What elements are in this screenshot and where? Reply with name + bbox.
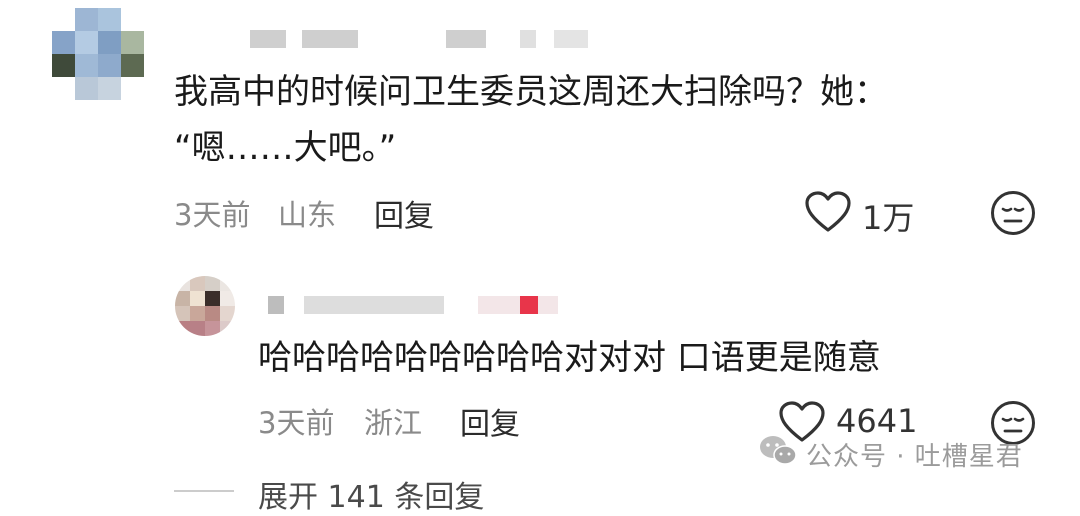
- reply-text: 哈哈哈哈哈哈哈哈哈对对对 口语更是随意: [258, 338, 881, 378]
- comment-time: 3天前: [174, 198, 251, 232]
- neutral-face-icon[interactable]: [990, 190, 1036, 236]
- avatar[interactable]: [175, 276, 235, 336]
- heart-outline-icon[interactable]: [804, 190, 852, 234]
- like-count: 1万: [862, 199, 915, 237]
- watermark-text: 公众号 · 吐槽星君: [806, 442, 1023, 472]
- user-tag-badge: [520, 296, 538, 314]
- wechat-icon: [760, 436, 797, 465]
- expand-divider: [174, 490, 234, 492]
- reply-location: 浙江: [364, 406, 423, 440]
- reply-button[interactable]: 回复: [460, 399, 520, 443]
- avatar[interactable]: [52, 8, 144, 100]
- reply-time: 3天前: [258, 406, 335, 440]
- username-blurred[interactable]: [250, 30, 590, 48]
- comment-text-line2: “嗯……大吧。”: [174, 128, 397, 168]
- comment-text-line1: 我高中的时候问卫生委员这周还大扫除吗？她：: [174, 72, 888, 112]
- comment-location: 山东: [278, 198, 337, 232]
- like-count: 4641: [836, 402, 918, 440]
- expand-replies-button[interactable]: 展开 141 条回复: [258, 472, 484, 516]
- reply-button[interactable]: 回复: [374, 191, 434, 235]
